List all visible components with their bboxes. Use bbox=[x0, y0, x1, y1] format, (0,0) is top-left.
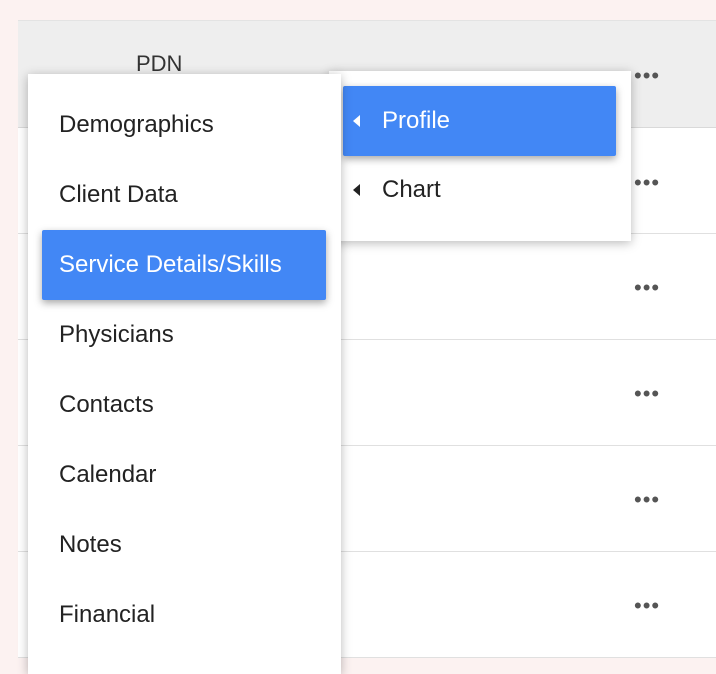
menu-item-label: Notes bbox=[59, 531, 122, 558]
menu-item-financial[interactable]: Financial bbox=[42, 580, 326, 650]
menu-item-physicians[interactable]: Physicians bbox=[42, 300, 326, 370]
caret-left-icon bbox=[353, 184, 360, 196]
menu-item-label: Physicians bbox=[59, 321, 174, 348]
menu-item-label: Financial bbox=[59, 601, 156, 628]
menu-item-label: Client Data bbox=[59, 181, 178, 208]
menu-item-label: Calendar bbox=[59, 461, 157, 488]
more-actions-icon[interactable]: ••• bbox=[634, 489, 660, 511]
caret-left-icon bbox=[353, 115, 360, 127]
menu-item-calendar[interactable]: Calendar bbox=[42, 440, 326, 510]
submenu-item-label: Profile bbox=[382, 107, 451, 134]
more-actions-icon[interactable]: ••• bbox=[634, 277, 660, 299]
menu-item-client-data[interactable]: Client Data bbox=[42, 160, 326, 230]
menu-item-label: Service Details/Skills bbox=[59, 251, 282, 278]
menu-item-notes[interactable]: Notes bbox=[42, 510, 326, 580]
menu-item-contacts[interactable]: Contacts bbox=[42, 370, 326, 440]
menu-item-label: Contacts bbox=[59, 391, 154, 418]
more-actions-icon[interactable]: ••• bbox=[634, 172, 660, 194]
more-actions-icon[interactable]: ••• bbox=[634, 65, 660, 87]
more-actions-icon[interactable]: ••• bbox=[634, 595, 660, 617]
submenu-item-chart[interactable]: Chart bbox=[343, 155, 616, 225]
client-context-menu: Demographics Client Data Service Details… bbox=[28, 74, 341, 674]
submenu-item-label: Chart bbox=[382, 176, 441, 203]
more-actions-icon[interactable]: ••• bbox=[634, 383, 660, 405]
submenu-item-profile[interactable]: Profile bbox=[343, 86, 616, 156]
menu-item-label: Demographics bbox=[59, 111, 214, 138]
profile-chart-submenu: Profile Chart bbox=[329, 71, 631, 241]
menu-item-demographics[interactable]: Demographics bbox=[42, 90, 326, 160]
menu-item-service-details-skills[interactable]: Service Details/Skills bbox=[42, 230, 326, 300]
